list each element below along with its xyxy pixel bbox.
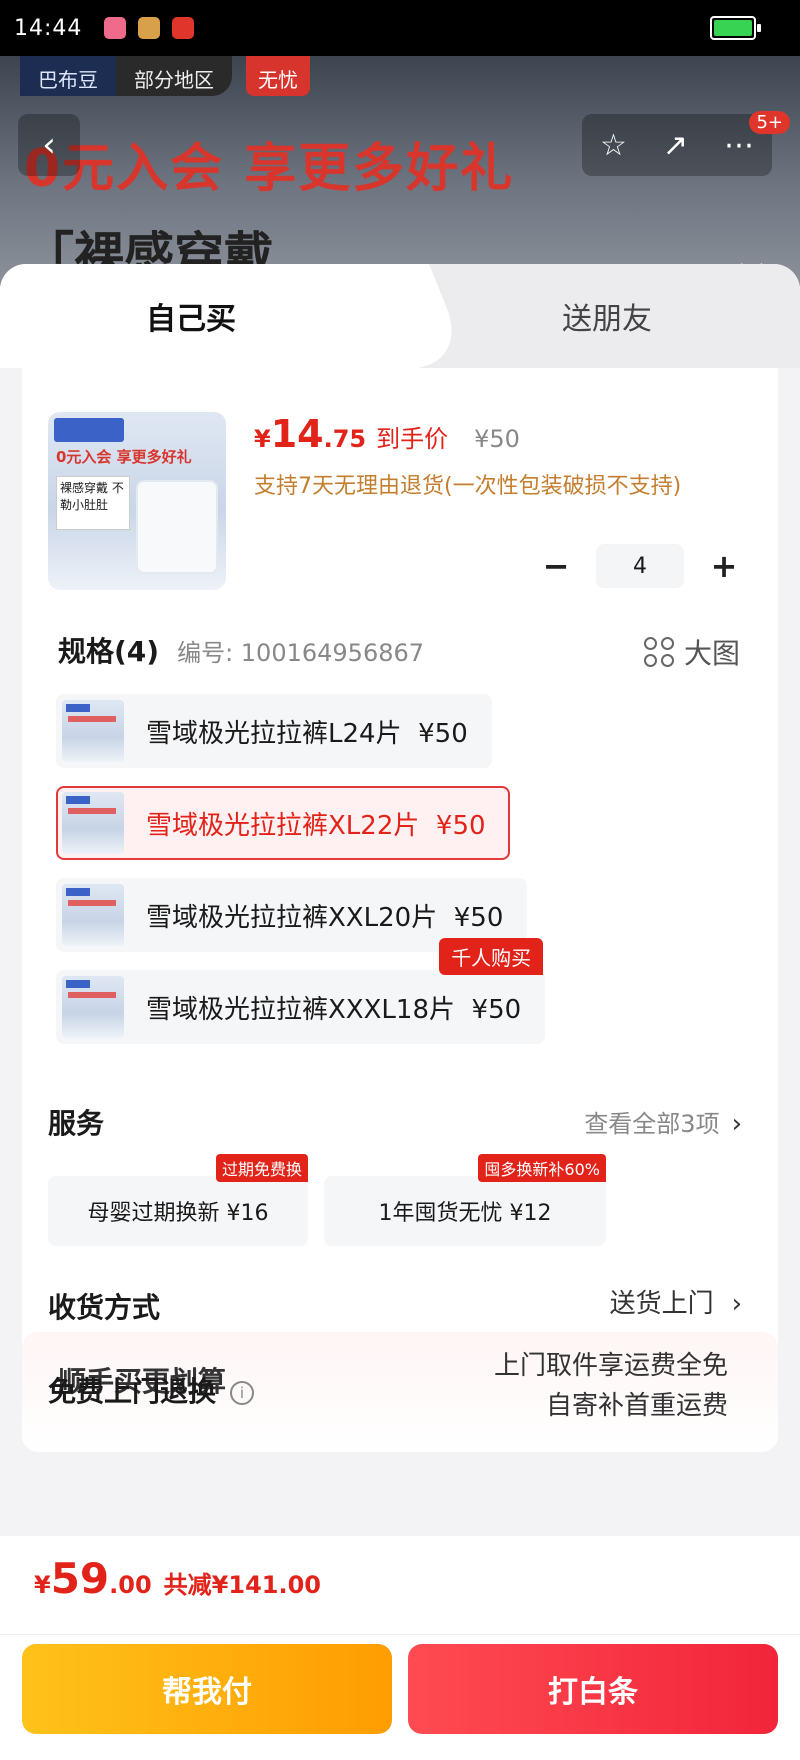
star-icon[interactable]: ☆ bbox=[600, 128, 627, 163]
status-bar: 14:44 bbox=[0, 0, 800, 56]
checkout-bar: ¥ 59 .00 共减¥141.00 帮我付 打白条 bbox=[0, 1536, 800, 1760]
spec-header: 规格(4) 编号: 100164956867 bbox=[58, 630, 424, 670]
banner-badges: 巴布豆 部分地区 无忧 bbox=[20, 56, 310, 96]
free-return-detail: 上门取件享运费全免 自寄补首重运费 bbox=[494, 1346, 728, 1427]
credit-pay-button[interactable]: 打白条 bbox=[408, 1644, 778, 1734]
option-label: 雪域极光拉拉裤L24片 ¥50 bbox=[146, 718, 468, 749]
status-time: 14:44 bbox=[14, 15, 83, 41]
app-notification-icon bbox=[138, 17, 161, 39]
product-thumbnail[interactable]: 0元入会 享更多好礼 裸感穿戴 不勒小肚肚 bbox=[48, 412, 226, 590]
thumb-brand-bar bbox=[54, 418, 124, 442]
total-currency: ¥ bbox=[34, 1571, 51, 1599]
spec-option-selected[interactable]: 雪域极光拉拉裤XL22片 ¥50 bbox=[56, 786, 510, 860]
service-label: 母婴过期换新 ¥16 bbox=[87, 1201, 269, 1226]
tab-self[interactable]: 自己买 bbox=[146, 294, 236, 338]
spec-code: 编号: 100164956867 bbox=[177, 639, 425, 667]
option-thumbnail bbox=[62, 976, 124, 1038]
minus-button[interactable]: − bbox=[536, 546, 576, 586]
region-badge: 部分地区 bbox=[116, 56, 232, 96]
app-notification-icon bbox=[104, 17, 127, 39]
tab-friend[interactable]: 送朋友 bbox=[562, 294, 652, 338]
free-return-line2: 自寄补首重运费 bbox=[545, 1391, 728, 1422]
status-app-icons bbox=[104, 17, 195, 39]
spec-title: 规格(4) bbox=[58, 635, 160, 668]
return-policy: 支持7天无理由退货(一次性包装破损不支持) bbox=[254, 474, 682, 499]
delivery-label: 收货方式 bbox=[48, 1291, 161, 1324]
original-price: ¥50 bbox=[474, 425, 520, 453]
service-label: 1年囤货无忧 ¥12 bbox=[378, 1201, 552, 1226]
price-integer: 14 bbox=[270, 412, 324, 456]
grid-icon bbox=[643, 637, 674, 667]
option-thumbnail bbox=[62, 792, 124, 854]
option-label: 雪域极光拉拉裤XXXL18片 ¥50 bbox=[146, 994, 522, 1025]
service-option[interactable]: 1年囤货无忧 ¥12 囤多换新补60% bbox=[324, 1154, 606, 1246]
thumb-package bbox=[138, 482, 216, 572]
price-currency: ¥ bbox=[254, 425, 271, 453]
chevron-right-icon: › bbox=[731, 1109, 742, 1139]
option-label: 雪域极光拉拉裤XL22片 ¥50 bbox=[146, 810, 486, 841]
delivery-value[interactable]: 送货上门 › bbox=[610, 1284, 742, 1324]
free-return-line1: 上门取件享运费全免 bbox=[493, 1351, 728, 1381]
back-button[interactable]: ‹ bbox=[18, 114, 80, 176]
service-option[interactable]: 母婴过期换新 ¥16 过期免费换 bbox=[48, 1154, 308, 1246]
brand-badge: 巴布豆 bbox=[20, 56, 116, 96]
services-title: 服务 bbox=[48, 1107, 105, 1140]
plus-button[interactable]: + bbox=[704, 546, 744, 586]
product-card: 0元入会 享更多好礼 裸感穿戴 不勒小肚肚 ¥ 14 .75 到手价 ¥50 支… bbox=[22, 368, 778, 1368]
thumb-title: 0元入会 享更多好礼 bbox=[56, 448, 192, 466]
option-thumbnail bbox=[62, 884, 124, 946]
total-discount: 共减¥141.00 bbox=[163, 1571, 321, 1599]
price-decimal: .75 bbox=[323, 425, 367, 453]
info-icon[interactable]: i bbox=[230, 1381, 255, 1405]
app-notification-icon bbox=[172, 17, 195, 39]
chevron-left-icon: ‹ bbox=[42, 125, 56, 165]
total-price: ¥ 59 .00 共减¥141.00 bbox=[34, 1554, 321, 1603]
worry-badge: 无忧 bbox=[246, 56, 310, 96]
product-banner: 巴布豆 部分地区 无忧 0元入会 享更多好礼 「裸感穿戴 ‹ ☆ ↗ ⋯ 5+ … bbox=[0, 56, 800, 286]
services-view-all[interactable]: 查看全部3项 › bbox=[584, 1104, 742, 1139]
notification-badge: 5+ bbox=[749, 111, 790, 134]
big-image-button[interactable]: 大图 bbox=[643, 632, 740, 672]
chevron-right-icon: › bbox=[731, 1289, 742, 1319]
thumb-slogan: 裸感穿戴 不勒小肚肚 bbox=[56, 476, 130, 530]
quantity-input[interactable]: 4 bbox=[596, 544, 684, 588]
option-label: 雪域极光拉拉裤XXL20片 ¥50 bbox=[146, 902, 504, 933]
option-thumbnail bbox=[62, 700, 124, 762]
spec-option[interactable]: 雪域极光拉拉裤XXXL18片 ¥50 千人购买 bbox=[56, 938, 546, 1044]
total-decimal: .00 bbox=[109, 1571, 152, 1599]
tab-bar: 自己买 送朋友 bbox=[0, 264, 800, 368]
service-tag: 过期免费换 bbox=[215, 1154, 308, 1182]
total-integer: 59 bbox=[50, 1554, 110, 1603]
spec-option[interactable]: 雪域极光拉拉裤L24片 ¥50 bbox=[56, 694, 492, 768]
big-image-label: 大图 bbox=[683, 637, 740, 670]
free-return-label: 免费上门退换 i bbox=[48, 1370, 255, 1410]
battery-icon bbox=[710, 16, 761, 40]
price-tag: 到手价 bbox=[376, 425, 449, 453]
help-pay-button[interactable]: 帮我付 bbox=[22, 1644, 392, 1734]
hot-sale-badge: 千人购买 bbox=[439, 938, 544, 975]
quantity-stepper: − 4 + bbox=[536, 544, 744, 588]
nav-actions: ☆ ↗ ⋯ bbox=[582, 114, 772, 176]
service-tag: 囤多换新补60% bbox=[478, 1154, 606, 1182]
price-row: ¥ 14 .75 到手价 ¥50 bbox=[254, 412, 520, 456]
banner-promo-title: 0元入会 享更多好礼 bbox=[24, 139, 515, 199]
divider bbox=[0, 1634, 800, 1635]
more-icon[interactable]: ⋯ bbox=[724, 128, 754, 163]
share-icon[interactable]: ↗ bbox=[663, 128, 688, 163]
